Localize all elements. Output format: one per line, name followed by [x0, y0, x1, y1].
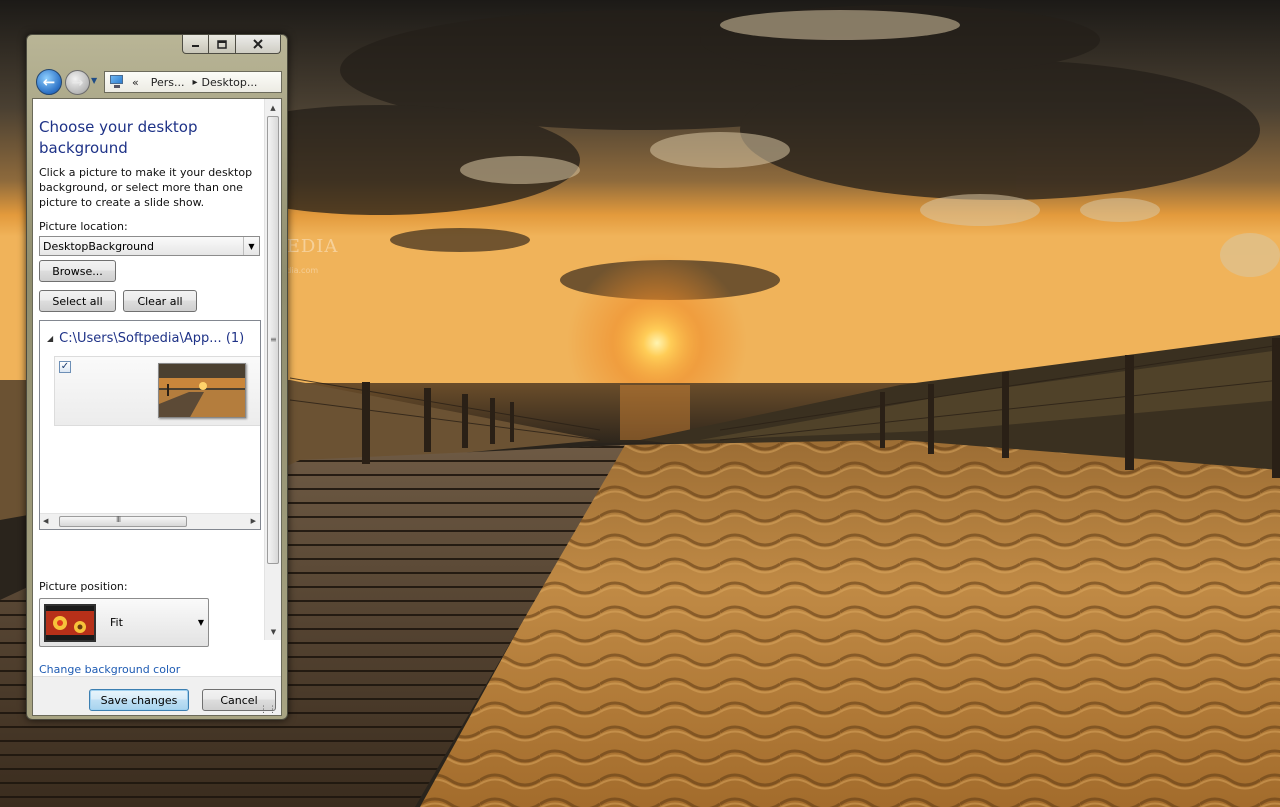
- breadcrumb-personalization[interactable]: Pers...: [151, 76, 185, 89]
- chevron-down-icon: ▼: [243, 237, 259, 255]
- back-button[interactable]: ←: [36, 69, 62, 95]
- control-panel-icon: [109, 75, 127, 89]
- recent-pages-dropdown[interactable]: ▼: [91, 76, 97, 85]
- maximize-icon: [217, 39, 227, 49]
- scroll-grip: III: [116, 515, 121, 524]
- picture-position-dropdown[interactable]: Fit ▼: [39, 598, 209, 647]
- address-bar[interactable]: « Pers... ▸ Desktop...: [104, 71, 282, 93]
- page-description: Click a picture to make it your desktop …: [39, 166, 253, 209]
- collapse-triangle-icon[interactable]: ◢: [47, 334, 53, 343]
- picture-tile[interactable]: ✓: [54, 356, 260, 426]
- group-title: C:\Users\Softpedia\App... (1): [59, 331, 245, 346]
- group-header[interactable]: ◢ C:\Users\Softpedia\App... (1): [47, 331, 244, 346]
- picture-position-value: Fit: [110, 616, 123, 629]
- content-pane: Choose your desktop background Click a p…: [32, 98, 282, 716]
- picture-location-value: DesktopBackground: [43, 239, 154, 253]
- desktop-background-window: ← → ▼ « Pers... ▸ Desktop... Choose your…: [26, 34, 288, 720]
- scroll-right-icon[interactable]: ▶: [251, 517, 256, 525]
- scroll-grip-icon: ≡: [270, 335, 277, 344]
- address-overflow[interactable]: «: [132, 76, 139, 89]
- gallery-horizontal-scrollbar[interactable]: ◀ III ▶: [40, 513, 260, 529]
- scroll-left-icon[interactable]: ◀: [43, 517, 48, 525]
- save-changes-button[interactable]: Save changes: [89, 689, 189, 711]
- forward-button[interactable]: →: [65, 70, 90, 95]
- select-all-button[interactable]: Select all: [39, 290, 116, 312]
- maximize-button[interactable]: [209, 35, 236, 54]
- back-arrow-icon: ←: [42, 73, 56, 91]
- scroll-down-icon[interactable]: ▼: [265, 623, 281, 640]
- forward-arrow-icon: →: [71, 74, 84, 91]
- button-footer: Save changes Cancel: [33, 676, 281, 715]
- resize-grip-icon[interactable]: ⋮⋮: [259, 706, 277, 715]
- close-button[interactable]: [236, 35, 281, 54]
- horizontal-scroll-thumb[interactable]: III: [59, 515, 187, 527]
- vertical-scrollbar[interactable]: ▲ ≡ ▼: [264, 99, 281, 640]
- picture-location-dropdown[interactable]: DesktopBackground ▼: [39, 236, 260, 256]
- picture-position-icon: [44, 604, 96, 642]
- scroll-up-icon[interactable]: ▲: [265, 99, 281, 116]
- page-title: Choose your desktop background: [39, 118, 198, 157]
- chevron-down-icon: ▼: [197, 618, 204, 627]
- picture-location-label: Picture location:: [39, 220, 128, 233]
- picture-gallery: ◢ C:\Users\Softpedia\App... (1) ✓ ◀ III …: [39, 320, 261, 530]
- vertical-scroll-thumb[interactable]: ≡: [267, 116, 279, 564]
- caption-buttons: [182, 35, 281, 54]
- minimize-icon: [192, 44, 199, 47]
- breadcrumb-separator-icon: ▸: [192, 76, 198, 88]
- picture-position-label: Picture position:: [39, 580, 128, 593]
- change-background-color-link[interactable]: Change background color: [39, 663, 180, 676]
- clear-all-button[interactable]: Clear all: [123, 290, 197, 312]
- picture-thumbnail[interactable]: [158, 363, 246, 418]
- browse-button[interactable]: Browse...: [39, 260, 116, 282]
- breadcrumb-desktop-background[interactable]: Desktop...: [202, 76, 258, 89]
- close-icon: [253, 39, 263, 49]
- picture-checkbox[interactable]: ✓: [59, 361, 71, 373]
- minimize-button[interactable]: [182, 35, 209, 54]
